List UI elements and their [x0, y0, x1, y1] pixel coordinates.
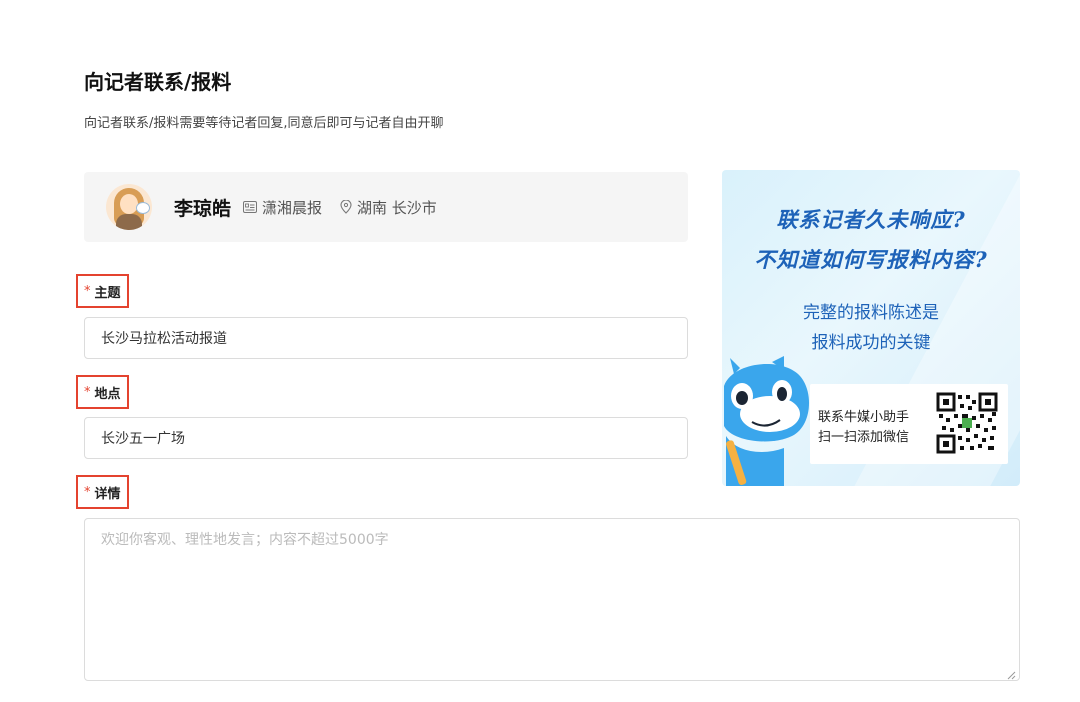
page-subtitle: 向记者联系/报料需要等待记者回复,同意后即可与记者自由开聊 [84, 116, 444, 131]
location-pin-icon [340, 200, 352, 214]
required-mark: * [84, 283, 91, 299]
resize-handle-icon[interactable] [1007, 668, 1016, 680]
avatar[interactable] [106, 184, 152, 230]
qr-caption-1: 联系牛媒小助手 [818, 410, 910, 425]
page-title: 向记者联系/报料 [84, 70, 232, 94]
mascot-icon [724, 356, 810, 486]
details-placeholder: 欢迎你客观、理性地发言；内容不超过5000字 [101, 532, 389, 548]
place-label-text: 地点 [94, 386, 121, 402]
reporter-card: 李琼皓 潇湘晨报 湖南 长沙市 [84, 172, 688, 242]
banner-headline-2: 不知道如何写报料内容? [754, 247, 988, 272]
place-label: * 地点 [76, 375, 129, 409]
reporter-location: 湖南 长沙市 [340, 197, 437, 218]
id-card-icon [243, 201, 258, 213]
subject-input[interactable]: 长沙马拉松活动报道 [84, 317, 688, 359]
subject-label: * 主题 [76, 274, 129, 308]
report-page: 向记者联系/报料 向记者联系/报料需要等待记者回复,同意后即可与记者自由开聊 李… [0, 0, 1080, 702]
subject-input-value: 长沙马拉松活动报道 [101, 331, 227, 347]
banner-subline-1: 完整的报料陈述是 [803, 303, 939, 323]
details-label: * 详情 [76, 475, 129, 509]
reporter-outlet-text: 潇湘晨报 [262, 198, 323, 217]
details-textarea[interactable]: 欢迎你客观、理性地发言；内容不超过5000字 [84, 518, 1020, 681]
qr-code-icon [936, 392, 998, 454]
place-input-value: 长沙五一广场 [101, 431, 185, 447]
reporter-location-text: 湖南 长沙市 [357, 198, 437, 217]
details-label-text: 详情 [94, 486, 121, 502]
place-input[interactable]: 长沙五一广场 [84, 417, 688, 459]
banner-headline-1: 联系记者久未响应? [776, 207, 966, 232]
banner-subline-2: 报料成功的关键 [811, 333, 931, 353]
qr-caption-2: 扫一扫添加微信 [818, 430, 910, 445]
required-mark: * [84, 384, 91, 400]
reporter-outlet: 潇湘晨报 [243, 197, 322, 218]
help-banner[interactable]: 联系记者久未响应? 不知道如何写报料内容? 完整的报料陈述是 报料成功的关键 联… [722, 170, 1020, 486]
wechat-qr-card[interactable]: 联系牛媒小助手 扫一扫添加微信 [810, 384, 1008, 464]
required-mark: * [84, 484, 91, 500]
subject-label-text: 主题 [94, 285, 121, 301]
reporter-name[interactable]: 李琼皓 [174, 194, 231, 221]
